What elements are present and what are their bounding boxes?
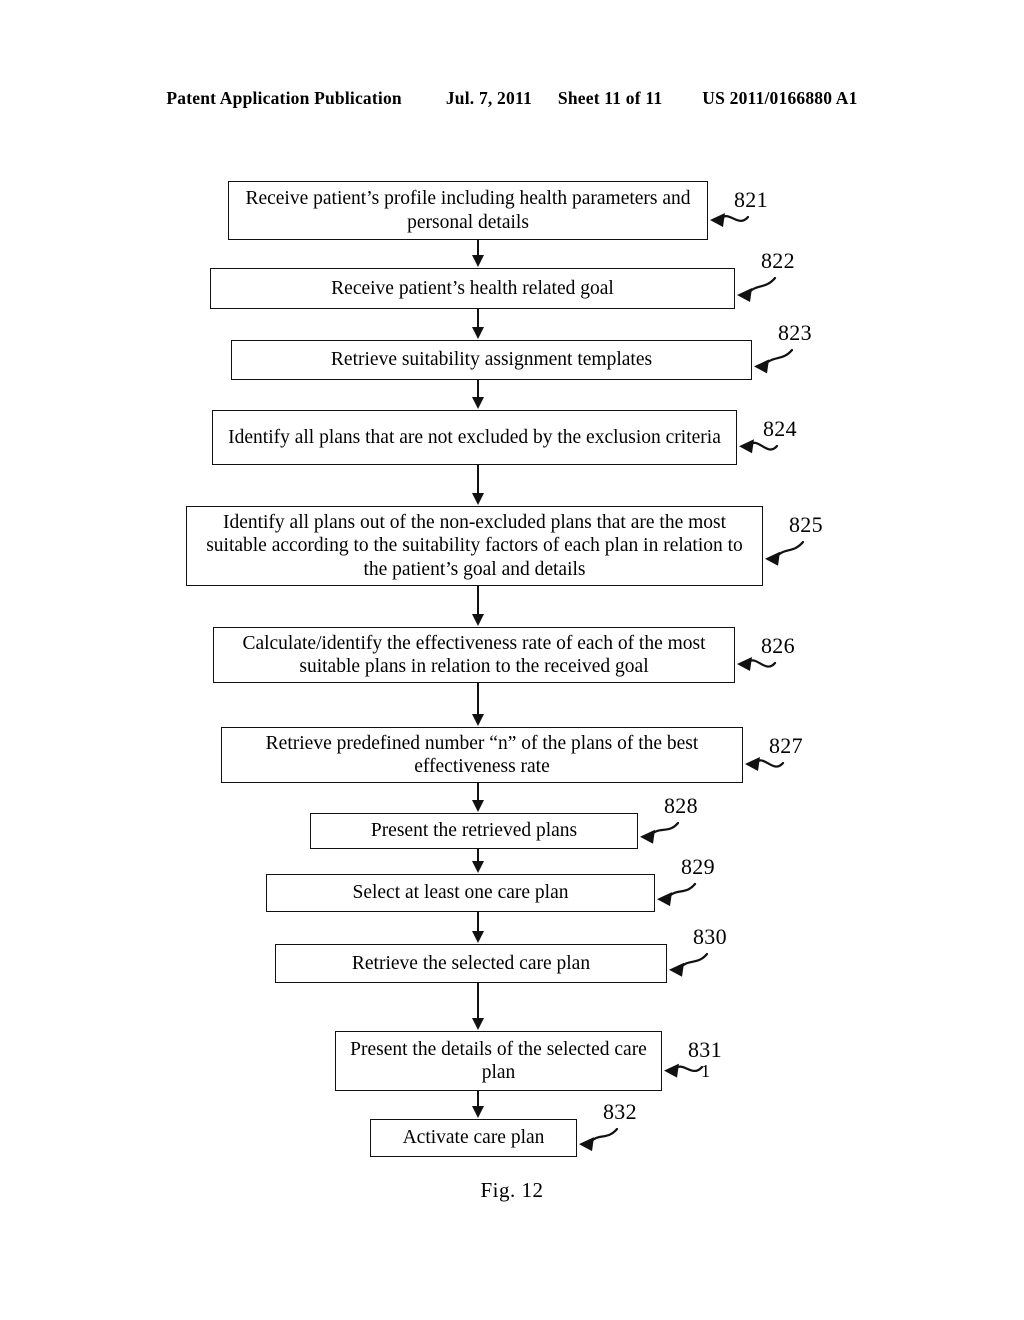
reference-numeral-821: 821: [734, 187, 768, 212]
reference-numeral-825: 825: [789, 512, 823, 537]
flow-node-826: Calculate/identify the effectiveness rat…: [213, 627, 735, 683]
flow-node-label: Retrieve predefined number “n” of the pl…: [265, 732, 699, 777]
flow-node-831: Present the details of the selected care…: [335, 1031, 662, 1091]
flow-node-823: Retrieve suitability assignment template…: [231, 340, 752, 380]
reference-numeral-826: 826: [761, 633, 795, 658]
flow-node-label: Present the retrieved plans: [370, 820, 578, 842]
reference-numeral-829: 829: [681, 854, 715, 879]
flow-node-label: Select at least one care plan: [352, 882, 569, 904]
flow-node-829: Select at least one care plan: [266, 874, 655, 912]
flow-node-830: Retrieve the selected care plan: [275, 944, 667, 983]
flow-node-825: Identify all plans out of the non-exclud…: [186, 506, 763, 586]
flow-node-label: Receive patient’s profile including heal…: [245, 188, 691, 233]
flow-node-828: Present the retrieved plans: [310, 813, 638, 849]
reference-numeral-830: 830: [693, 924, 727, 949]
stray-mark-1: 1: [701, 1061, 710, 1081]
flow-node-label: Calculate/identify the effectiveness rat…: [242, 632, 706, 677]
reference-numeral-828: 828: [664, 793, 698, 818]
flow-node-label: Retrieve suitability assignment template…: [330, 349, 653, 371]
reference-numeral-823: 823: [778, 320, 812, 345]
flow-node-822: Receive patient’s health related goal: [210, 268, 735, 309]
flow-node-label: Identify all plans out of the non-exclud…: [206, 511, 743, 580]
flow-node-824: Identify all plans that are not excluded…: [212, 410, 737, 465]
flow-node-label: Identify all plans that are not excluded…: [228, 426, 721, 448]
flowchart-diagram: Receive patient’s profile including heal…: [0, 0, 1024, 1320]
reference-numeral-827: 827: [769, 733, 803, 758]
flow-node-label: Present the details of the selected care…: [350, 1038, 647, 1083]
figure-caption: Fig. 12: [480, 1178, 544, 1202]
flow-node-821: Receive patient’s profile including heal…: [228, 181, 708, 240]
flow-node-label: Receive patient’s health related goal: [331, 277, 614, 299]
flow-node-832: Activate care plan: [370, 1119, 577, 1157]
flow-node-label: Activate care plan: [402, 1127, 545, 1149]
flow-node-label: Retrieve the selected care plan: [351, 952, 591, 974]
reference-numeral-831: 831: [688, 1037, 722, 1062]
flow-node-827: Retrieve predefined number “n” of the pl…: [221, 727, 743, 783]
reference-numeral-822: 822: [761, 248, 795, 273]
reference-numeral-824: 824: [763, 416, 797, 441]
reference-numeral-832: 832: [603, 1099, 637, 1124]
